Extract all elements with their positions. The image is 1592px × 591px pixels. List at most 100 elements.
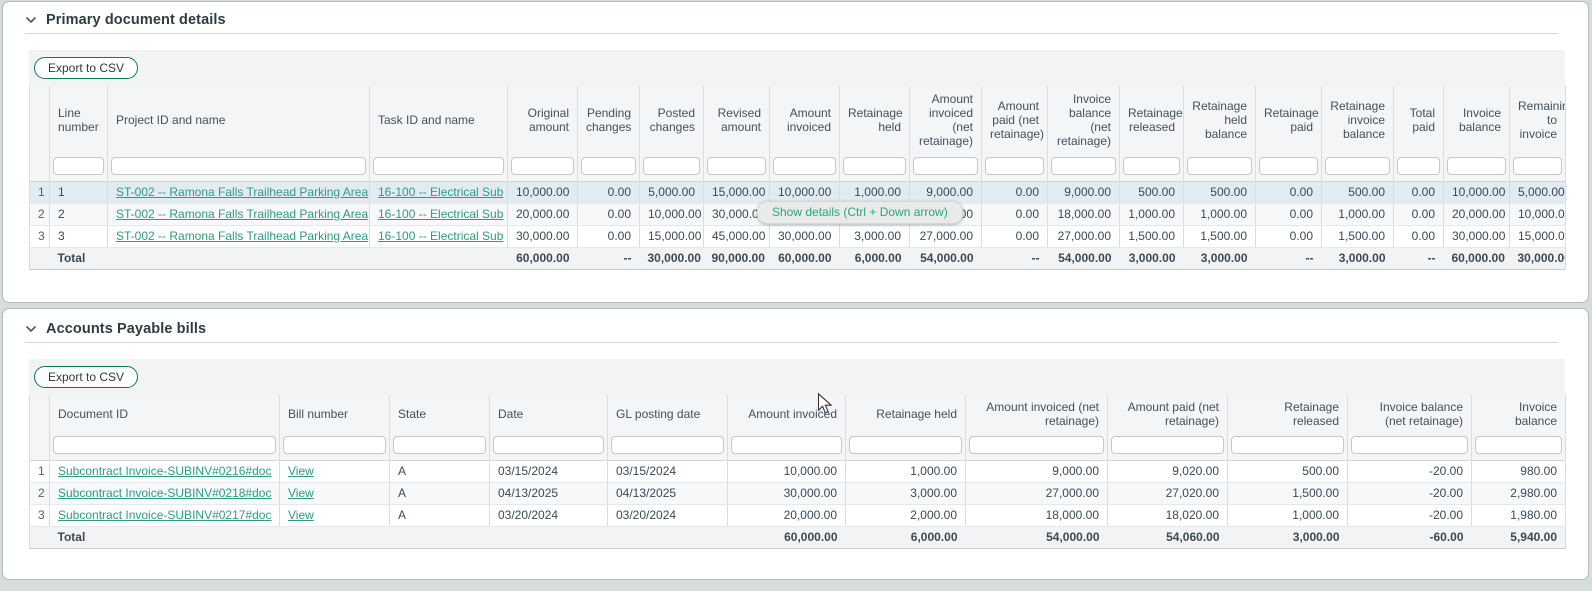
bill-number-link[interactable]: View bbox=[288, 464, 314, 478]
cell-invoice-balance-net: -20.00 bbox=[1348, 460, 1472, 482]
column-header-bill-number[interactable]: Bill number bbox=[280, 395, 390, 433]
cell-total-paid: 0.00 bbox=[1394, 181, 1444, 203]
column-header-line-number[interactable]: Line number bbox=[50, 86, 108, 154]
column-header-amount-invoiced-net[interactable]: Amount invoiced (net retainage) bbox=[966, 395, 1108, 433]
filter-input-state[interactable] bbox=[393, 436, 486, 454]
column-header-date[interactable]: Date bbox=[490, 395, 608, 433]
filter-input-invoice-balance-net[interactable] bbox=[1351, 436, 1468, 454]
column-header-gl-posting-date[interactable]: GL posting date bbox=[608, 395, 728, 433]
cell-invoice-balance-net: -20.00 bbox=[1348, 504, 1472, 526]
project-id-link[interactable]: ST-002 -- Ramona Falls Trailhead Parking… bbox=[116, 185, 368, 199]
column-header-retainage-released[interactable]: Retainage released bbox=[1228, 395, 1348, 433]
total-cell-invoice-balance-net: -60.00 bbox=[1348, 526, 1472, 548]
filter-input-project-id[interactable] bbox=[111, 157, 366, 175]
filter-input-amount-paid-net[interactable] bbox=[985, 157, 1044, 175]
task-id-link[interactable]: 16-100 -- Electrical Sub bbox=[378, 229, 503, 243]
column-header-total-paid[interactable]: Total paid bbox=[1394, 86, 1444, 154]
document-id-link[interactable]: Subcontract Invoice-SUBINV#0216#doc bbox=[58, 464, 271, 478]
filter-input-bill-number[interactable] bbox=[283, 436, 386, 454]
document-id-link[interactable]: Subcontract Invoice-SUBINV#0218#doc bbox=[58, 486, 271, 500]
cell-remaining-to-invoice: 5,000.00 bbox=[1510, 181, 1566, 203]
table-row[interactable]: 1 Subcontract Invoice-SUBINV#0216#doc View… bbox=[30, 460, 1566, 482]
column-header-document-id[interactable]: Document ID bbox=[50, 395, 280, 433]
filter-input-amount-invoiced-net[interactable] bbox=[913, 157, 978, 175]
table-row[interactable]: 2Subcontract Invoice-SUBINV#0218#docView… bbox=[30, 482, 1566, 504]
column-header-retainage-released[interactable]: Retainage released bbox=[1120, 86, 1184, 154]
export-to-csv-button[interactable]: Export to CSV bbox=[34, 366, 138, 388]
filter-input-amount-invoiced[interactable] bbox=[773, 157, 836, 175]
filter-input-retainage-released[interactable] bbox=[1123, 157, 1180, 175]
filter-input-retainage-held[interactable] bbox=[849, 436, 962, 454]
document-id-link[interactable]: Subcontract Invoice-SUBINV#0217#doc bbox=[58, 508, 271, 522]
filter-input-amount-paid-net[interactable] bbox=[1111, 436, 1224, 454]
filter-input-pending-changes[interactable] bbox=[581, 157, 636, 175]
export-to-csv-button[interactable]: Export to CSV bbox=[34, 57, 138, 79]
filter-input-line-number[interactable] bbox=[53, 157, 104, 175]
column-header-revised-amount[interactable]: Revised amount bbox=[704, 86, 770, 154]
filter-input-retainage-invoice-balance[interactable] bbox=[1325, 157, 1390, 175]
column-header-invoice-balance-net[interactable]: Invoice balance (net retainage) bbox=[1048, 86, 1120, 154]
column-header-retainage-held[interactable]: Retainage held bbox=[840, 86, 910, 154]
filter-input-retainage-released[interactable] bbox=[1231, 436, 1344, 454]
column-header-invoice-balance[interactable]: Invoice balance bbox=[1472, 395, 1566, 433]
column-header-retainage-held-balance[interactable]: Retainage held balance bbox=[1184, 86, 1256, 154]
section-header-primary[interactable]: Primary document details bbox=[25, 11, 1588, 29]
filter-input-amount-invoiced-net[interactable] bbox=[969, 436, 1104, 454]
column-header-state[interactable]: State bbox=[390, 395, 490, 433]
column-header-retainage-paid[interactable]: Retainage paid bbox=[1256, 86, 1322, 154]
table-row[interactable]: 3Subcontract Invoice-SUBINV#0217#docView… bbox=[30, 504, 1566, 526]
filter-input-invoice-balance-net[interactable] bbox=[1051, 157, 1116, 175]
column-header-amount-invoiced[interactable]: Amount invoiced bbox=[770, 86, 840, 154]
column-header-original-amount[interactable]: Original amount bbox=[508, 86, 578, 154]
table-row[interactable]: 11ST-002 -- Ramona Falls Trailhead Parki… bbox=[30, 181, 1566, 203]
filter-input-total-paid[interactable] bbox=[1397, 157, 1440, 175]
project-id-link[interactable]: ST-002 -- Ramona Falls Trailhead Parking… bbox=[116, 229, 368, 243]
table-row[interactable]: 33ST-002 -- Ramona Falls Trailhead Parki… bbox=[30, 225, 1566, 247]
bill-number-link[interactable]: View bbox=[288, 486, 314, 500]
column-header-retainage-held[interactable]: Retainage held bbox=[846, 395, 966, 433]
cell-row-number: 1 bbox=[30, 460, 50, 482]
filter-input-retainage-held-balance[interactable] bbox=[1187, 157, 1252, 175]
total-cell-row-number bbox=[30, 526, 50, 548]
task-id-link[interactable]: 16-100 -- Electrical Sub bbox=[378, 207, 503, 221]
task-id-link[interactable]: 16-100 -- Electrical Sub bbox=[378, 185, 503, 199]
column-header-amount-invoiced-net[interactable]: Amount invoiced (net retainage) bbox=[910, 86, 982, 154]
filter-input-invoice-balance[interactable] bbox=[1475, 436, 1562, 454]
cell-bill-number: View bbox=[280, 460, 390, 482]
filter-input-task-id[interactable] bbox=[373, 157, 504, 175]
filter-input-document-id[interactable] bbox=[53, 436, 276, 454]
cell-retainage-released: 1,000.00 bbox=[1120, 203, 1184, 225]
filter-input-invoice-balance[interactable] bbox=[1447, 157, 1506, 175]
bill-number-link[interactable]: View bbox=[288, 508, 314, 522]
project-id-link[interactable]: ST-002 -- Ramona Falls Trailhead Parking… bbox=[116, 207, 368, 221]
cell-revised-amount: 45,000.00 bbox=[704, 225, 770, 247]
chevron-down-icon[interactable] bbox=[25, 325, 37, 333]
column-header-pending-changes[interactable]: Pending changes bbox=[578, 86, 640, 154]
column-header-amount-paid-net[interactable]: Amount paid (net retainage) bbox=[982, 86, 1048, 154]
column-header-invoice-balance[interactable]: Invoice balance bbox=[1444, 86, 1510, 154]
column-header-retainage-invoice-balance[interactable]: Retainage invoice balance bbox=[1322, 86, 1394, 154]
filter-input-amount-invoiced[interactable] bbox=[731, 436, 842, 454]
chevron-down-icon[interactable] bbox=[25, 16, 37, 24]
cell-posted-changes: 5,000.00 bbox=[640, 181, 704, 203]
cell-document-id: Subcontract Invoice-SUBINV#0218#doc bbox=[50, 482, 280, 504]
filter-input-original-amount[interactable] bbox=[511, 157, 574, 175]
filter-input-date[interactable] bbox=[493, 436, 604, 454]
filter-input-posted-changes[interactable] bbox=[643, 157, 700, 175]
column-header-amount-paid-net[interactable]: Amount paid (net retainage) bbox=[1108, 395, 1228, 433]
column-header-project-id[interactable]: Project ID and name bbox=[108, 86, 370, 154]
section-header-ap-bills[interactable]: Accounts Payable bills bbox=[25, 320, 1588, 338]
column-header-amount-invoiced[interactable]: Amount invoiced bbox=[728, 395, 846, 433]
filter-input-retainage-paid[interactable] bbox=[1259, 157, 1318, 175]
column-header-task-id[interactable]: Task ID and name bbox=[370, 86, 508, 154]
column-header-remaining-to-invoice[interactable]: Remaining to invoice bbox=[1510, 86, 1566, 154]
cell-invoice-balance: 980.00 bbox=[1472, 460, 1566, 482]
filter-input-revised-amount[interactable] bbox=[707, 157, 766, 175]
cell-amount-invoiced: 10,000.00 bbox=[770, 181, 840, 203]
filter-input-gl-posting-date[interactable] bbox=[611, 436, 724, 454]
column-header-posted-changes[interactable]: Posted changes bbox=[640, 86, 704, 154]
filter-input-retainage-held[interactable] bbox=[843, 157, 906, 175]
total-cell-amount-invoiced-net: 54,000.00 bbox=[966, 526, 1108, 548]
filter-input-remaining-to-invoice[interactable] bbox=[1513, 157, 1562, 175]
column-header-invoice-balance-net[interactable]: Invoice balance (net retainage) bbox=[1348, 395, 1472, 433]
